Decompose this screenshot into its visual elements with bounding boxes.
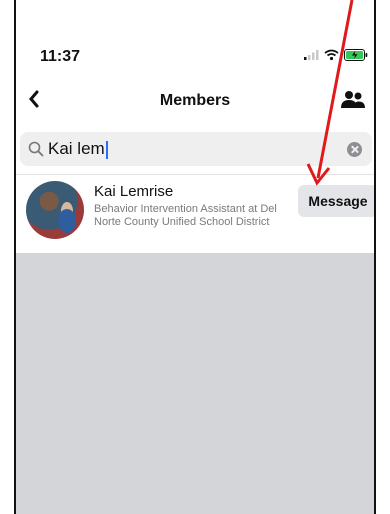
wifi-icon: [324, 49, 339, 61]
search-input-value: Kai lem: [48, 139, 105, 158]
status-time: 11:37: [40, 48, 81, 65]
signal-icon: [304, 50, 319, 60]
phone-frame: 11:37 Members Kai lem Kai Lemrise Behavi…: [14, 0, 376, 514]
page-title: Members: [159, 92, 231, 109]
message-button[interactable]: Message: [298, 185, 374, 217]
clear-icon[interactable]: [347, 142, 362, 157]
avatar[interactable]: [26, 181, 84, 239]
text-cursor: [105, 140, 108, 159]
battery-charging-icon: [344, 49, 368, 61]
nav-header: Members: [16, 80, 374, 124]
member-name[interactable]: Kai Lemrise: [94, 183, 173, 200]
status-icons: [303, 49, 368, 61]
people-icon[interactable]: [340, 88, 366, 112]
search-bar[interactable]: Kai lem: [20, 132, 372, 166]
search-icon: [28, 141, 44, 157]
empty-area: [16, 253, 374, 514]
list-item[interactable]: Kai Lemrise Behavior Intervention Assist…: [16, 175, 374, 253]
search-input[interactable]: Kai lem: [48, 139, 108, 159]
status-bar: 11:37: [16, 0, 374, 80]
member-subtitle: Behavior Intervention Assistant at Del N…: [94, 203, 277, 228]
